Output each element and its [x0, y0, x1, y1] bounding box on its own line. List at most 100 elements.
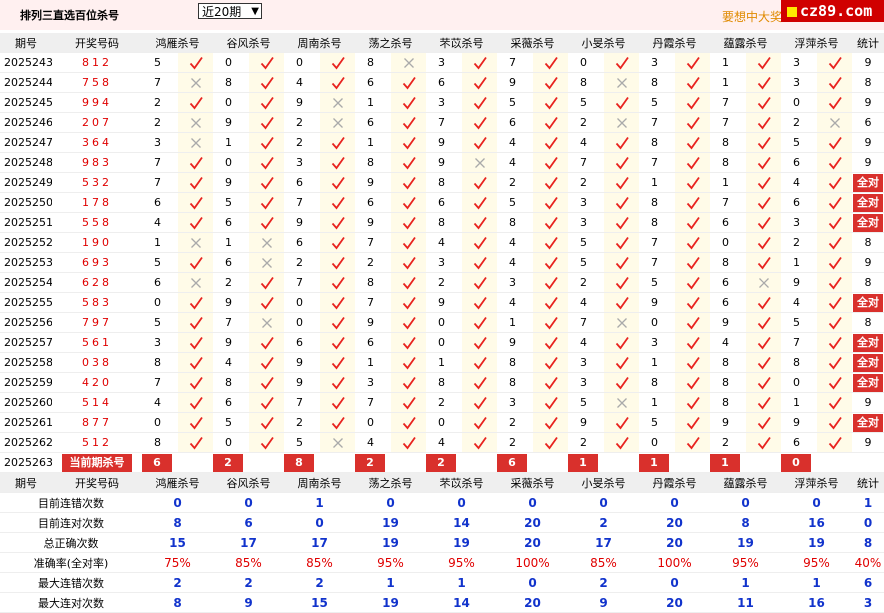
row-stat: 9: [852, 132, 884, 153]
kill-number: 6: [142, 192, 178, 213]
check-icon: [757, 376, 771, 389]
current-kill-cell: 2: [355, 452, 391, 473]
check-icon: [615, 56, 629, 69]
summary-row: 最大连错次数 2 2 2 1 1 0 2 0 1 1 6: [0, 572, 884, 593]
check-icon: [331, 356, 345, 369]
issue-number: 2025250: [0, 192, 52, 213]
cross-icon: [403, 57, 414, 68]
kill-number: 6: [213, 252, 249, 273]
cross-icon: [332, 117, 343, 128]
check-icon: [757, 156, 771, 169]
kill-number: 9: [497, 332, 533, 353]
kill-number: 8: [710, 152, 746, 173]
summary-column-header: 统计: [852, 472, 884, 493]
check-icon: [686, 116, 700, 129]
check-icon: [473, 396, 487, 409]
check-icon: [402, 96, 416, 109]
kill-number: 3: [568, 212, 604, 233]
kill-number: 3: [781, 72, 817, 93]
current-kill-spacer: [462, 452, 497, 473]
summary-value: 85%: [284, 552, 355, 573]
kill-result: [249, 412, 284, 433]
summary-value: 100%: [639, 552, 710, 573]
row-stat: 全对: [852, 352, 884, 373]
issue-number: 2025251: [0, 212, 52, 233]
kill-number: 1: [213, 132, 249, 153]
check-icon: [189, 436, 203, 449]
summary-value: 8: [142, 512, 213, 533]
site-logo[interactable]: cz89.com: [781, 0, 884, 22]
kill-result: [604, 252, 639, 273]
draw-number: 420: [52, 372, 142, 393]
kill-result: [391, 432, 426, 453]
summary-value: 1: [710, 572, 781, 593]
summary-value: 17: [284, 532, 355, 553]
check-icon: [615, 256, 629, 269]
kill-number: 5: [142, 52, 178, 73]
kill-result: [462, 272, 497, 293]
all-correct-badge: 全对: [853, 353, 883, 372]
top-bar: 排列三直选百位杀号 近20期 ▼ 要想中大奖 cz89.com: [0, 0, 884, 30]
check-icon: [686, 256, 700, 269]
ad-text[interactable]: 要想中大奖: [722, 8, 782, 25]
summary-column-header: 鸿雁杀号: [142, 472, 213, 493]
check-icon: [544, 136, 558, 149]
period-select[interactable]: 近20期 ▼: [198, 3, 262, 19]
kill-result: [746, 152, 781, 173]
check-icon: [828, 56, 842, 69]
row-stat: 8: [852, 232, 884, 253]
summary-value: 19: [781, 532, 852, 553]
summary-value: 9: [568, 592, 639, 613]
kill-number: 0: [639, 312, 675, 333]
cross-icon: [190, 237, 201, 248]
kill-result: [746, 392, 781, 413]
summary-value: 2: [568, 572, 639, 593]
kill-result: [178, 432, 213, 453]
kill-result: [817, 152, 852, 173]
table-row: 2025254 628 6 2 7 8 2 3 2 5 6 9 8: [0, 272, 884, 293]
summary-value: 15: [284, 592, 355, 613]
kill-number: 5: [568, 252, 604, 273]
kill-number: 8: [213, 372, 249, 393]
column-header: 芣苡杀号: [426, 33, 497, 53]
check-icon: [686, 296, 700, 309]
kill-result: [391, 272, 426, 293]
kill-result: [746, 212, 781, 233]
kill-result: [604, 352, 639, 373]
check-icon: [189, 356, 203, 369]
table-header-row: 期号 开奖号码 鸿雁杀号 谷风杀号 周南杀号 荡之杀号 芣苡杀号 采薇杀号 小旻杀号 丹霞杀号 蕴露…: [0, 33, 884, 53]
cross-icon: [616, 77, 627, 88]
kill-number: 5: [568, 232, 604, 253]
kill-number: 5: [639, 92, 675, 113]
all-correct-badge: 全对: [853, 413, 883, 432]
cross-icon: [758, 277, 769, 288]
kill-number: 8: [355, 152, 391, 173]
kill-result: [533, 72, 568, 93]
check-icon: [473, 136, 487, 149]
kill-result: [817, 412, 852, 433]
current-kill-spacer: [675, 452, 710, 473]
check-icon: [331, 156, 345, 169]
summary-value: 15: [142, 532, 213, 553]
kill-result: [817, 332, 852, 353]
kill-number: 7: [568, 152, 604, 173]
kill-result: [817, 432, 852, 453]
kill-number: 8: [355, 52, 391, 73]
kill-result: [746, 92, 781, 113]
check-icon: [615, 436, 629, 449]
all-correct-badge: 全对: [853, 373, 883, 392]
kill-number: 6: [781, 152, 817, 173]
cross-icon: [261, 257, 272, 268]
check-icon: [828, 256, 842, 269]
check-icon: [260, 56, 274, 69]
row-stat: 6: [852, 112, 884, 133]
summary-value: 85%: [213, 552, 284, 573]
kill-number: 0: [142, 292, 178, 313]
kill-result: [391, 312, 426, 333]
kill-number: 7: [142, 172, 178, 193]
kill-result: [533, 112, 568, 133]
kill-result: [391, 192, 426, 213]
issue-number: 2025256: [0, 312, 52, 333]
check-icon: [402, 316, 416, 329]
summary-column-header: 期号: [0, 472, 52, 493]
